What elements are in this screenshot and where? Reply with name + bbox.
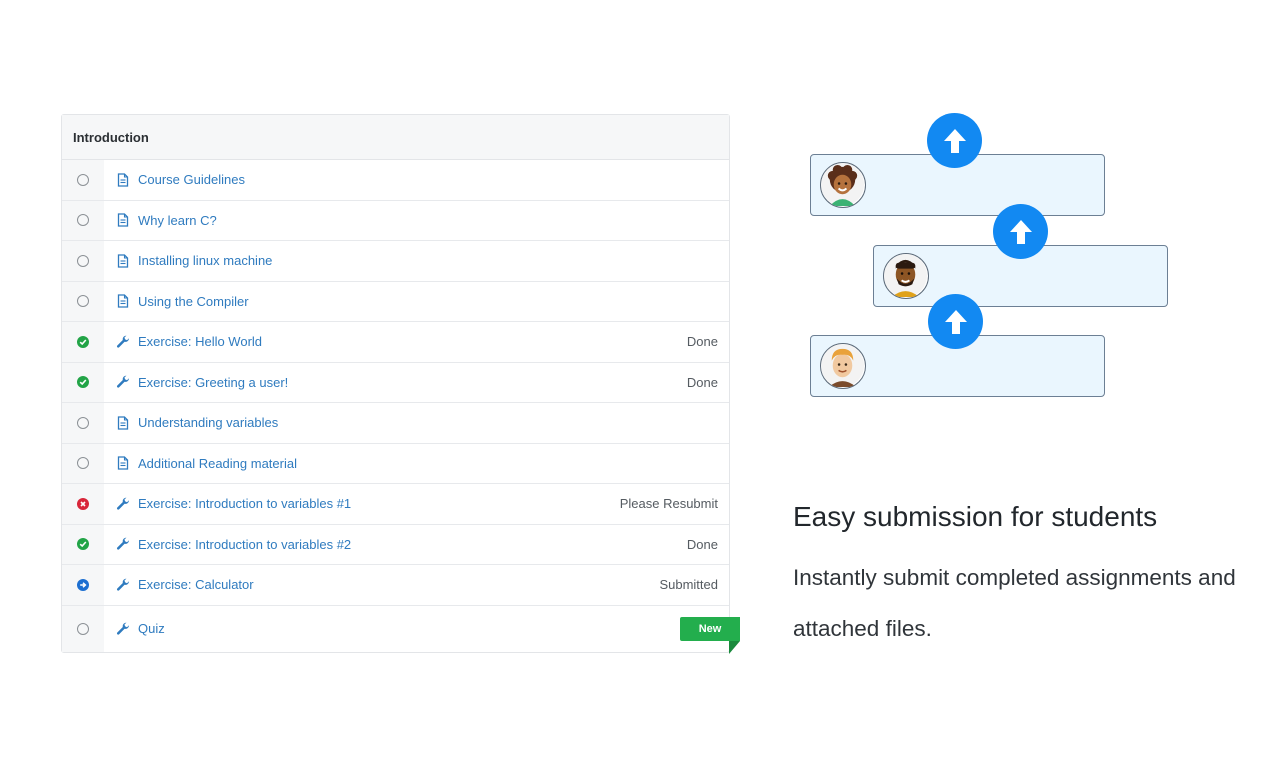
item-status-text: Done (686, 334, 718, 350)
item-content: Using the Compiler (104, 282, 729, 322)
item-status-text: Done (686, 536, 718, 552)
status-cell (62, 484, 104, 524)
arrow-up-icon (927, 113, 982, 168)
section-item-row[interactable]: Exercise: Introduction to variables #1 Pl… (62, 484, 729, 525)
section-item-row[interactable]: Exercise: Calculator Submitted (62, 565, 729, 606)
document-icon (116, 173, 130, 187)
section-item-row[interactable]: Understanding variables (62, 403, 729, 444)
empty-circle-icon (77, 457, 89, 470)
item-status-text: Done (686, 374, 718, 390)
item-status-text: Submitted (659, 577, 718, 593)
empty-circle-icon (77, 214, 89, 227)
item-title-link[interactable]: Why learn C? (138, 213, 718, 228)
item-title-link[interactable]: Exercise: Hello World (138, 334, 687, 349)
item-content: Understanding variables (104, 403, 729, 443)
arrow-up-icon (928, 294, 983, 349)
item-content: Installing linux machine (104, 241, 729, 281)
status-cell (62, 443, 104, 483)
status-cell (62, 362, 104, 402)
item-content: Why learn C? (104, 201, 729, 241)
section-item-row[interactable]: Exercise: Greeting a user! Done (62, 362, 729, 403)
section-item-row[interactable]: Quiz New (62, 605, 740, 654)
section-item-row[interactable]: Why learn C? (62, 200, 729, 241)
check-circle-icon (77, 376, 89, 389)
status-cell (62, 281, 104, 321)
wrench-icon (116, 578, 130, 592)
student-avatar-curly-hair (820, 162, 866, 208)
section-item-row[interactable]: Course Guidelines (62, 160, 729, 201)
item-title-link[interactable]: Using the Compiler (138, 294, 718, 309)
check-circle-icon (77, 538, 89, 551)
item-content: Exercise: Introduction to variables #2 Do… (104, 525, 729, 565)
item-title-link[interactable]: Installing linux machine (138, 253, 718, 268)
empty-circle-icon (77, 295, 89, 308)
item-title-link[interactable]: Quiz (138, 621, 718, 636)
empty-circle-icon (77, 173, 89, 186)
status-cell (62, 241, 104, 281)
item-content: Exercise: Hello World Done (104, 322, 729, 362)
status-cell (62, 160, 104, 200)
section-item-row[interactable]: Installing linux machine (62, 241, 729, 282)
empty-circle-icon (77, 622, 89, 635)
wrench-icon (116, 537, 130, 551)
document-icon (116, 416, 130, 430)
item-title-link[interactable]: Exercise: Calculator (138, 577, 659, 592)
course-section-panel: Introduction Course Guidelines Why learn … (61, 114, 740, 654)
section-title: Introduction (62, 115, 729, 160)
student-avatar-beard (883, 253, 929, 299)
status-cell (62, 524, 104, 564)
feature-title: Easy submission for students (793, 501, 1158, 532)
section-item-row[interactable]: Using the Compiler (62, 281, 729, 322)
section-item-row[interactable]: Additional Reading material (62, 443, 729, 484)
arrow-right-circle-icon (77, 578, 89, 591)
section-item-list: Course Guidelines Why learn C? Installing … (62, 160, 740, 654)
item-content: Exercise: Greeting a user! Done (104, 363, 729, 403)
student-avatar-blond (820, 343, 866, 389)
item-content: Exercise: Introduction to variables #1 Pl… (104, 484, 729, 524)
new-badge: New (680, 616, 740, 641)
status-cell (62, 605, 104, 652)
status-cell (62, 565, 104, 605)
status-cell (62, 200, 104, 240)
document-icon (116, 254, 130, 268)
error-circle-icon (77, 497, 89, 510)
item-content: Additional Reading material (104, 444, 729, 484)
wrench-icon (116, 375, 130, 389)
arrow-up-icon (993, 204, 1048, 259)
feature-description: Instantly submit completed assignments a… (793, 565, 1236, 641)
item-content: Quiz New (104, 606, 740, 654)
document-icon (116, 213, 130, 227)
section-item-row[interactable]: Exercise: Hello World Done (62, 322, 729, 363)
empty-circle-icon (77, 416, 89, 429)
status-cell (62, 403, 104, 443)
document-icon (116, 456, 130, 470)
item-title-link[interactable]: Exercise: Greeting a user! (138, 375, 687, 390)
item-content: Exercise: Calculator Submitted (104, 565, 729, 605)
item-title-link[interactable]: Exercise: Introduction to variables #1 (138, 496, 620, 511)
item-title-link[interactable]: Additional Reading material (138, 456, 718, 471)
document-icon (116, 294, 130, 308)
item-title-link[interactable]: Exercise: Introduction to variables #2 (138, 537, 687, 552)
section-item-row[interactable]: Exercise: Introduction to variables #2 Do… (62, 524, 729, 565)
empty-circle-icon (77, 254, 89, 267)
item-title-link[interactable]: Understanding variables (138, 415, 718, 430)
item-content: Course Guidelines (104, 160, 729, 200)
item-status-text: Please Resubmit (619, 496, 718, 512)
wrench-icon (116, 335, 130, 349)
new-badge-fold (729, 640, 740, 654)
wrench-icon (116, 497, 130, 511)
item-title-link[interactable]: Course Guidelines (138, 172, 718, 187)
wrench-icon (116, 622, 130, 636)
status-cell (62, 322, 104, 362)
check-circle-icon (77, 335, 89, 348)
